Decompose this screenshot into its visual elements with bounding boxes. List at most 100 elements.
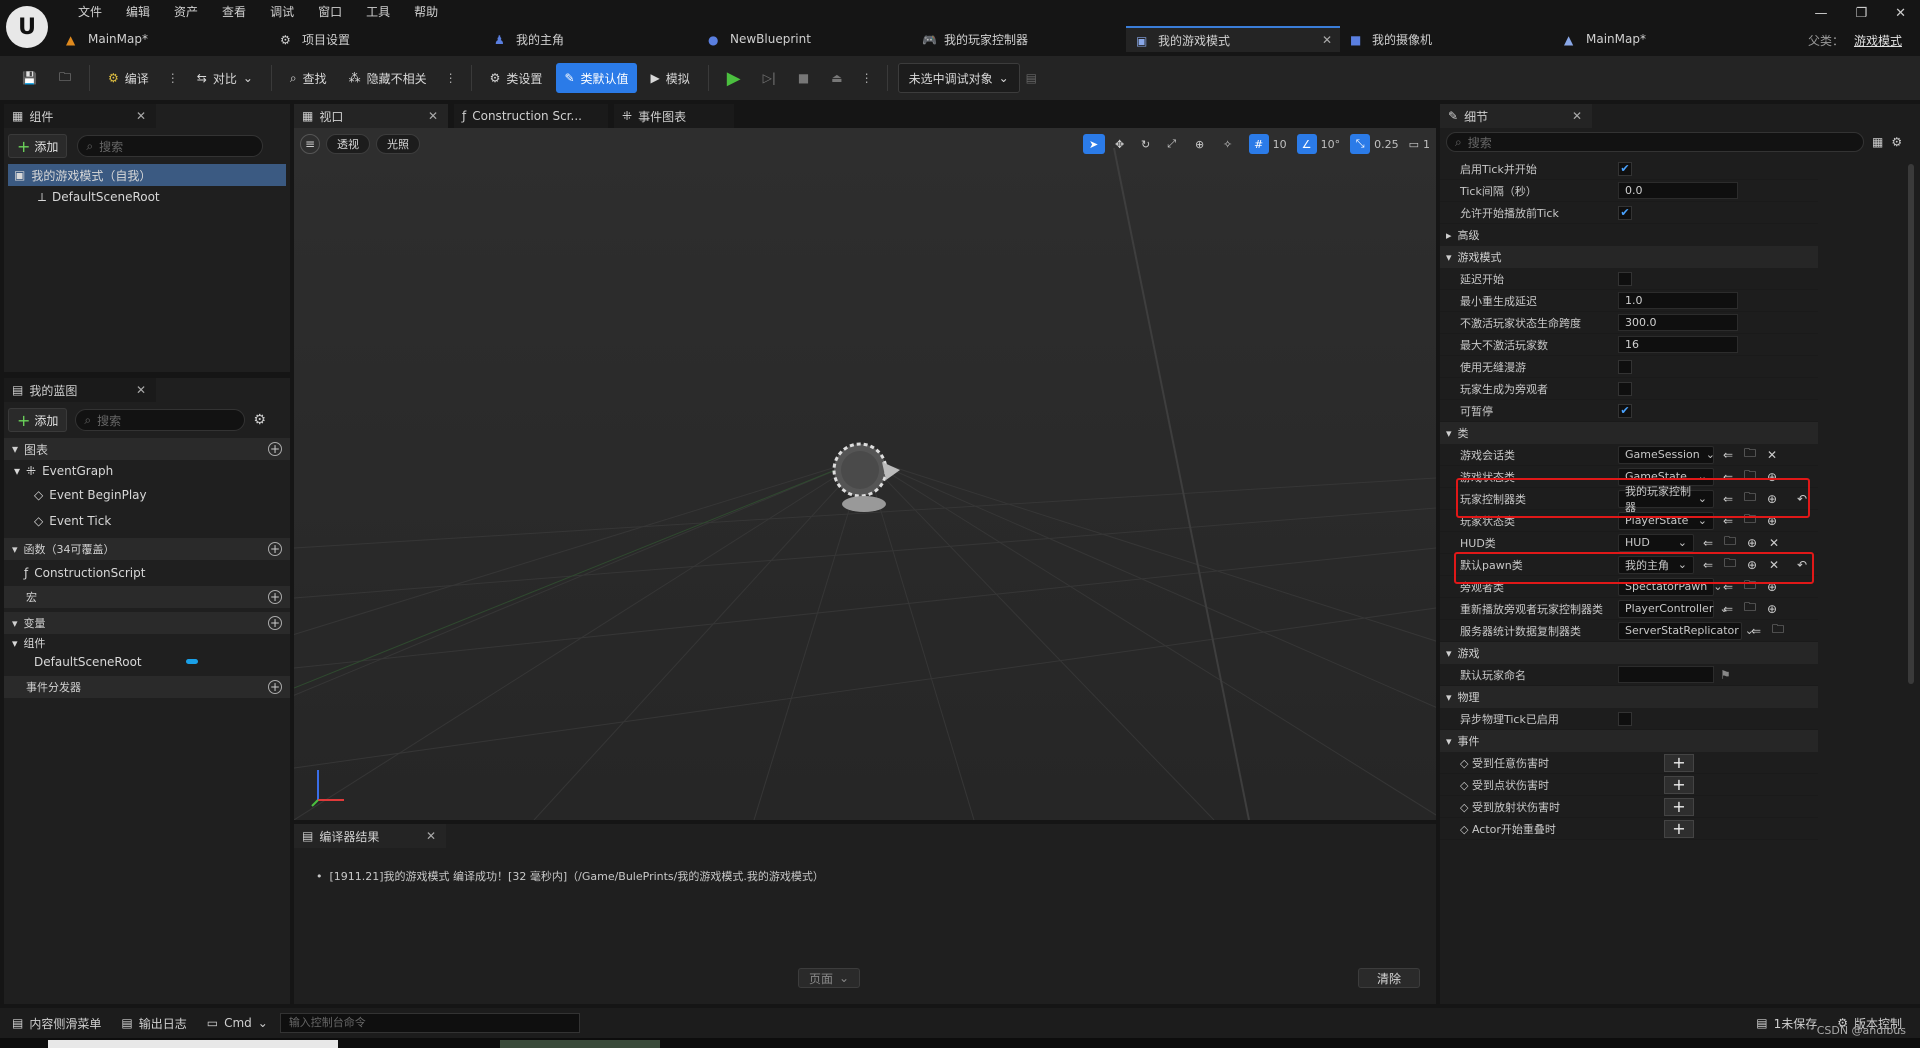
- page-dropdown[interactable]: 页面 ⌄: [798, 968, 861, 988]
- diff-button[interactable]: ⇆ 对比 ⌄: [189, 63, 261, 93]
- unreal-logo[interactable]: U: [6, 6, 48, 48]
- restore-icon[interactable]: ❐: [1855, 6, 1867, 21]
- scale-tool-icon[interactable]: ⤢: [1161, 134, 1183, 154]
- debug-filter-icon[interactable]: ▤: [1026, 71, 1037, 85]
- browse-icon[interactable]: 🗀: [1742, 600, 1758, 617]
- item-components-group[interactable]: ▾ 组件: [4, 634, 290, 652]
- menu-window[interactable]: 窗口: [306, 2, 354, 22]
- tab-construction-script[interactable]: ƒ Construction Scr...: [454, 104, 608, 128]
- checkbox-tick-start[interactable]: ✔: [1618, 161, 1632, 176]
- hud-dropdown[interactable]: HUD ⌄: [1618, 533, 1694, 552]
- add-icon[interactable]: ⊕: [1764, 601, 1780, 617]
- tab-components[interactable]: ▦ 组件 ✕: [4, 104, 156, 128]
- camera-speed-button[interactable]: ▭ 1: [1409, 138, 1430, 151]
- menu-tools[interactable]: 工具: [354, 2, 402, 22]
- move-tool-icon[interactable]: ✥: [1109, 134, 1131, 154]
- eject-button[interactable]: ⏏: [823, 63, 850, 93]
- use-selected-icon[interactable]: ⇐: [1720, 447, 1736, 463]
- more-icon[interactable]: ⋮: [163, 71, 183, 85]
- more-icon[interactable]: ⋮: [441, 71, 461, 85]
- tab-mainmap[interactable]: ▲ MainMap*: [56, 26, 270, 52]
- component-defaultsceneroot[interactable]: ⟂ DefaultSceneRoot: [4, 186, 290, 208]
- clear-icon[interactable]: ✕: [1766, 535, 1782, 551]
- stat-replicator-dropdown[interactable]: ServerStatReplicator ⌄: [1618, 621, 1754, 640]
- add-member-button[interactable]: + 添加: [8, 408, 68, 432]
- menu-view[interactable]: 查看: [210, 2, 258, 22]
- close-icon[interactable]: ✕: [1572, 109, 1582, 123]
- tab-viewport[interactable]: ▦ 视口 ✕: [294, 104, 448, 128]
- tab-my-camera[interactable]: ■ 我的摄像机: [1340, 26, 1554, 52]
- details-scrollbar[interactable]: [1908, 164, 1914, 684]
- browse-icon[interactable]: 🗀: [1722, 534, 1738, 551]
- stop-button[interactable]: ■: [790, 63, 817, 93]
- menu-help[interactable]: 帮助: [402, 2, 450, 22]
- checkbox-seamless[interactable]: [1618, 359, 1632, 374]
- add-event-button[interactable]: +: [1664, 753, 1694, 772]
- item-eventgraph[interactable]: ▾ ⁜ EventGraph: [4, 460, 290, 482]
- content-drawer-button[interactable]: ▤ 内容侧滑菜单: [4, 1010, 109, 1036]
- tab-mainmap-2[interactable]: ▲ MainMap*: [1554, 26, 1768, 52]
- browse-icon[interactable]: 🗀: [1742, 446, 1758, 463]
- section-graphs[interactable]: ▾ 图表 +: [4, 438, 290, 460]
- section-variables[interactable]: ▾ 变量 +: [4, 612, 290, 634]
- close-icon[interactable]: ✕: [136, 383, 146, 397]
- use-selected-icon[interactable]: ⇐: [1748, 623, 1764, 639]
- item-defaultsceneroot-var[interactable]: DefaultSceneRoot: [4, 652, 290, 672]
- browse-icon[interactable]: 🗀: [1770, 622, 1786, 639]
- close-window-icon[interactable]: ✕: [1895, 6, 1906, 21]
- add-event-button[interactable]: +: [1664, 797, 1694, 816]
- component-root-item[interactable]: ▣ 我的游戏模式（自我）: [8, 164, 286, 186]
- add-dispatcher-icon[interactable]: +: [268, 680, 282, 694]
- menu-file[interactable]: 文件: [66, 2, 114, 22]
- max-inactive-field[interactable]: 16: [1618, 336, 1738, 353]
- gear-icon[interactable]: ⚙: [1891, 135, 1902, 149]
- console-input[interactable]: 输入控制台命令: [279, 1013, 580, 1033]
- inactive-life-field[interactable]: 300.0: [1618, 314, 1738, 331]
- menu-debug[interactable]: 调试: [258, 2, 306, 22]
- category-physics[interactable]: ▾ 物理: [1440, 686, 1818, 708]
- close-icon[interactable]: ✕: [428, 109, 438, 123]
- hide-unrelated-button[interactable]: ⁂ 隐藏不相关: [341, 63, 435, 93]
- viewport[interactable]: ≡ 透视 光照 ➤ ✥ ↻ ⤢ ⊕ ✧ #10 ∠ 10° ⤡ 0.25 ▭ 1: [294, 128, 1436, 820]
- output-log-button[interactable]: ▤ 输出日志: [113, 1010, 194, 1036]
- rotation-snap-toggle[interactable]: ∠ 10°: [1296, 134, 1340, 154]
- add-component-button[interactable]: + 添加: [8, 134, 68, 158]
- perspective-button[interactable]: 透视: [326, 134, 370, 154]
- simulate-button[interactable]: ▶ 模拟: [643, 63, 698, 93]
- play-button[interactable]: ▶: [719, 63, 749, 93]
- item-event-beginplay[interactable]: ◇ Event BeginPlay: [4, 482, 290, 508]
- tab-my-blueprint[interactable]: ▤ 我的蓝图 ✕: [4, 378, 156, 402]
- hamburger-menu-icon[interactable]: ≡: [300, 134, 320, 154]
- debug-target-dropdown[interactable]: 未选中调试对象 ⌄: [897, 63, 1020, 93]
- default-player-name-field[interactable]: [1618, 666, 1714, 683]
- cmd-dropdown[interactable]: ▭ Cmd ⌄: [199, 1010, 276, 1036]
- select-tool-icon[interactable]: ➤: [1082, 134, 1105, 154]
- add-event-button[interactable]: +: [1664, 775, 1694, 794]
- component-search-input[interactable]: ⌕ 搜索: [77, 135, 264, 157]
- replay-pc-dropdown[interactable]: PlayerController ⌄: [1618, 599, 1729, 618]
- details-search-input[interactable]: ⌕ 搜索: [1446, 132, 1864, 152]
- add-event-button[interactable]: +: [1664, 819, 1694, 838]
- item-constructionscript[interactable]: ƒ ConstructionScript: [4, 560, 290, 586]
- close-icon[interactable]: ✕: [426, 829, 436, 843]
- gear-icon[interactable]: ⚙: [253, 412, 266, 428]
- blueprint-search-input[interactable]: ⌕ 搜索: [75, 409, 246, 431]
- add-icon[interactable]: ⊕: [1744, 535, 1760, 551]
- add-macro-icon[interactable]: +: [268, 590, 282, 604]
- lit-button[interactable]: 光照: [376, 134, 420, 154]
- rotate-tool-icon[interactable]: ↻: [1135, 134, 1157, 154]
- step-button[interactable]: ▷|: [755, 63, 784, 93]
- close-icon[interactable]: ✕: [1322, 33, 1332, 47]
- min-respawn-field[interactable]: 1.0: [1618, 292, 1738, 309]
- clear-icon[interactable]: ✕: [1764, 447, 1780, 463]
- tab-my-player-controller[interactable]: 🎮 我的玩家控制器: [912, 26, 1126, 52]
- item-event-tick[interactable]: ◇ Event Tick: [4, 508, 290, 534]
- checkbox-async-physics-tick[interactable]: [1618, 711, 1632, 726]
- tick-interval-field[interactable]: 0.0: [1618, 182, 1738, 199]
- tab-event-graph[interactable]: ⁜ 事件图表: [614, 104, 734, 128]
- world-local-icon[interactable]: ⊕: [1187, 134, 1213, 154]
- scale-snap-toggle[interactable]: ⤡ 0.25: [1350, 134, 1399, 154]
- find-button[interactable]: ⌕ 查找: [282, 63, 335, 93]
- section-functions[interactable]: ▾ 函数（34可覆盖） +: [4, 538, 290, 560]
- use-selected-icon[interactable]: ⇐: [1700, 535, 1716, 551]
